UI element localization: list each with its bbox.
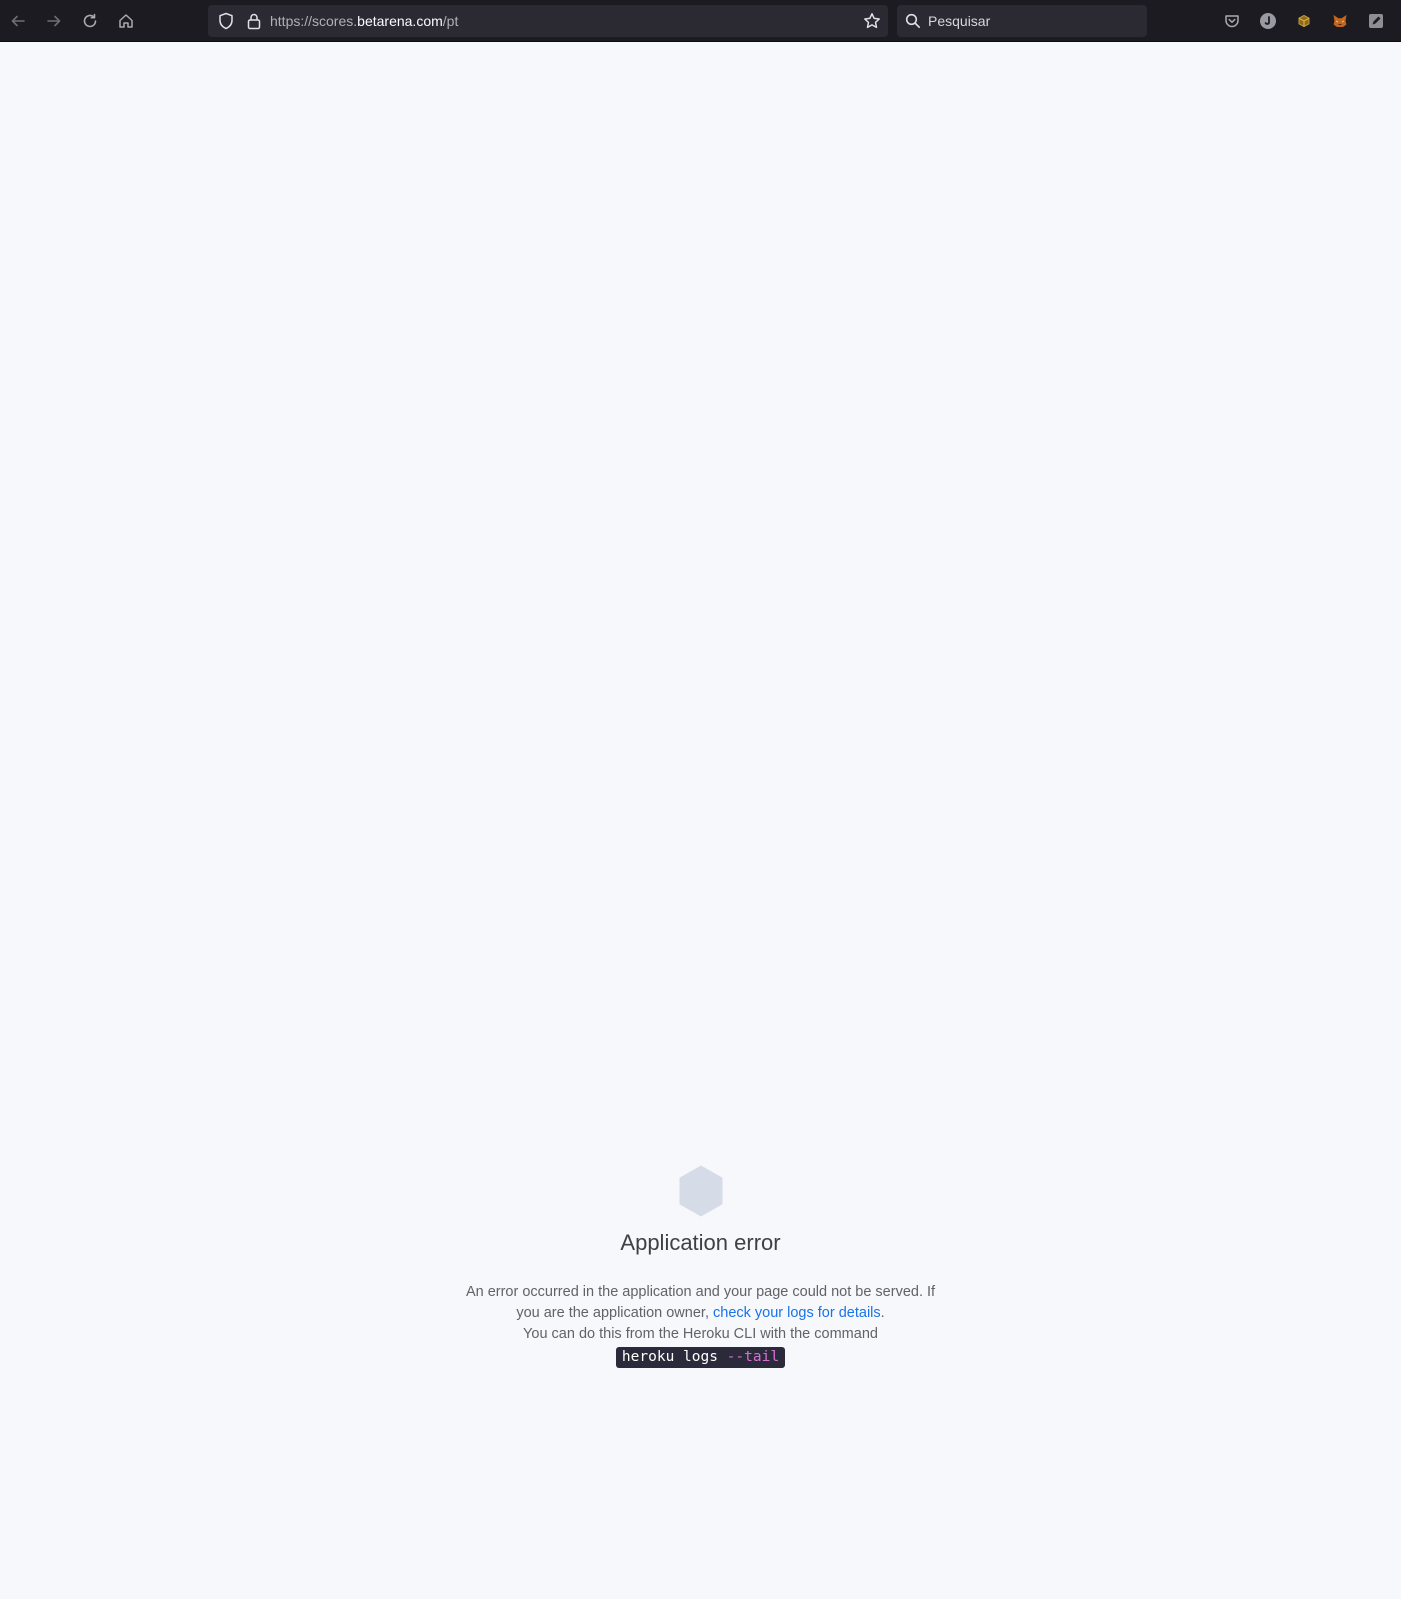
bookmark-star-icon[interactable] xyxy=(862,11,882,31)
url-path: /pt xyxy=(442,13,459,29)
extension-edit-button[interactable] xyxy=(1365,10,1387,32)
extension-j-button[interactable] xyxy=(1257,10,1279,32)
command-flag: --tail xyxy=(726,1349,780,1365)
url-domain: betarena.com xyxy=(357,13,443,29)
browser-toolbar: https://scores.betarena.com/pt Pesquisar xyxy=(0,0,1401,42)
url-text[interactable]: https://scores.betarena.com/pt xyxy=(270,5,458,37)
error-title: Application error xyxy=(620,1230,781,1255)
reload-icon xyxy=(83,13,97,28)
command-base: heroku logs xyxy=(621,1349,727,1365)
reload-button[interactable] xyxy=(78,9,102,33)
url-prefix: https://scores. xyxy=(270,13,358,29)
metamask-button[interactable] xyxy=(1329,10,1351,32)
error-line2: You can do this from the Heroku CLI with… xyxy=(523,1326,878,1342)
pocket-icon xyxy=(1225,15,1239,28)
extension-edit-icon xyxy=(1369,14,1383,28)
home-button[interactable] xyxy=(114,9,138,33)
error-message: An error occurred in the application and… xyxy=(466,1282,936,1368)
home-icon xyxy=(119,14,133,28)
extension-cube-icon xyxy=(1298,14,1310,28)
back-arrow-icon xyxy=(11,15,25,27)
hexagon-icon xyxy=(679,1165,722,1217)
url-bar[interactable]: https://scores.betarena.com/pt xyxy=(208,5,888,37)
shield-icon[interactable] xyxy=(216,11,236,31)
lock-icon[interactable] xyxy=(244,11,264,31)
extension-cube-button[interactable] xyxy=(1293,10,1315,32)
back-button[interactable] xyxy=(6,9,30,33)
metamask-fox-icon xyxy=(1333,15,1347,27)
check-logs-link[interactable]: check your logs for details xyxy=(713,1305,881,1321)
forward-button[interactable] xyxy=(42,9,66,33)
search-bar[interactable]: Pesquisar xyxy=(897,5,1147,37)
search-icon xyxy=(905,13,920,28)
search-placeholder: Pesquisar xyxy=(928,13,991,29)
forward-arrow-icon xyxy=(47,15,61,27)
pocket-button[interactable] xyxy=(1221,10,1243,32)
extension-j-icon xyxy=(1260,13,1276,29)
error-line1-end: . xyxy=(880,1305,885,1321)
error-container: Application error An error occurred in t… xyxy=(0,1164,1401,1368)
heroku-command: heroku logs --tail xyxy=(615,1347,786,1368)
